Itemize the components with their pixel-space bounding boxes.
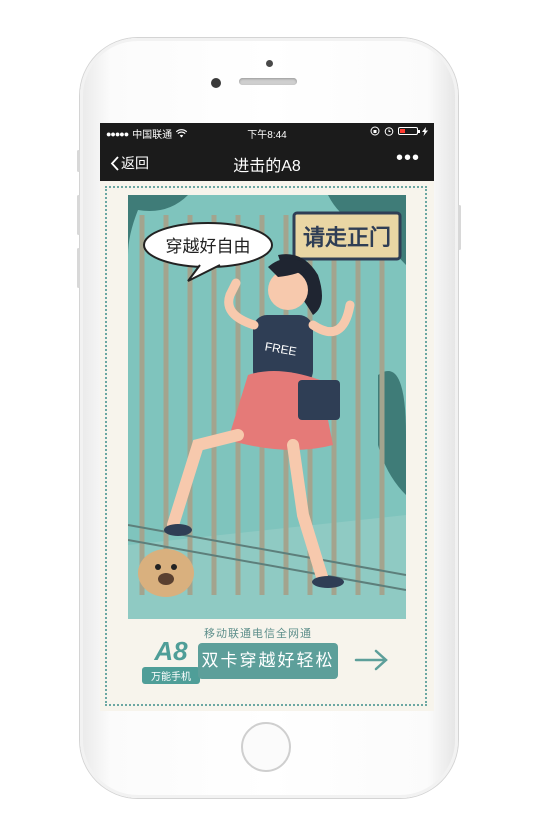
status-bar: ●●●●● 中国联通 下午8:44 xyxy=(100,123,434,141)
front-camera xyxy=(211,78,221,88)
mute-switch xyxy=(77,150,80,172)
battery-icon xyxy=(398,127,420,135)
alarm-icon xyxy=(384,127,394,136)
orientation-lock-icon xyxy=(370,126,380,136)
brand-logo-mark: A8 xyxy=(154,636,188,666)
speech-text: 穿越好自由 xyxy=(166,237,251,257)
sign: 请走正门 xyxy=(292,211,402,261)
earpiece-speaker xyxy=(239,78,297,85)
network-tagline: 移动联通电信全网通 xyxy=(204,628,312,640)
volume-up-button xyxy=(77,195,80,235)
home-button[interactable] xyxy=(241,722,291,772)
nav-bar: 返回 进击的A8 ••• xyxy=(100,141,434,181)
power-button xyxy=(458,205,461,250)
page-title: 进击的A8 xyxy=(233,158,301,175)
ad-content: 请走正门 穿越好自由 FREE 移动联通电信全网通 A8 万能手机 双卡穿越好轻… xyxy=(100,181,434,711)
brand-logo: A8 万能手机 xyxy=(142,637,200,693)
phone-screen: ●●●●● 中国联通 下午8:44 返回 进击的A8 ••• 请走正门 穿越好自… xyxy=(100,123,434,711)
brand-subtitle: 万能手机 xyxy=(142,667,200,684)
arrow-right-icon[interactable] xyxy=(354,645,390,675)
pug-dog xyxy=(138,549,194,597)
more-options-button[interactable]: ••• xyxy=(396,147,420,170)
proximity-sensor xyxy=(266,60,273,67)
charging-bolt-icon xyxy=(422,126,428,136)
volume-down-button xyxy=(77,248,80,288)
sign-text: 请走正门 xyxy=(303,225,391,251)
face xyxy=(268,270,308,310)
promo-cta-button[interactable]: 双卡穿越好轻松 xyxy=(198,643,338,679)
cartoon-illustration: 请走正门 穿越好自由 FREE xyxy=(128,195,406,619)
handbag xyxy=(298,380,340,420)
